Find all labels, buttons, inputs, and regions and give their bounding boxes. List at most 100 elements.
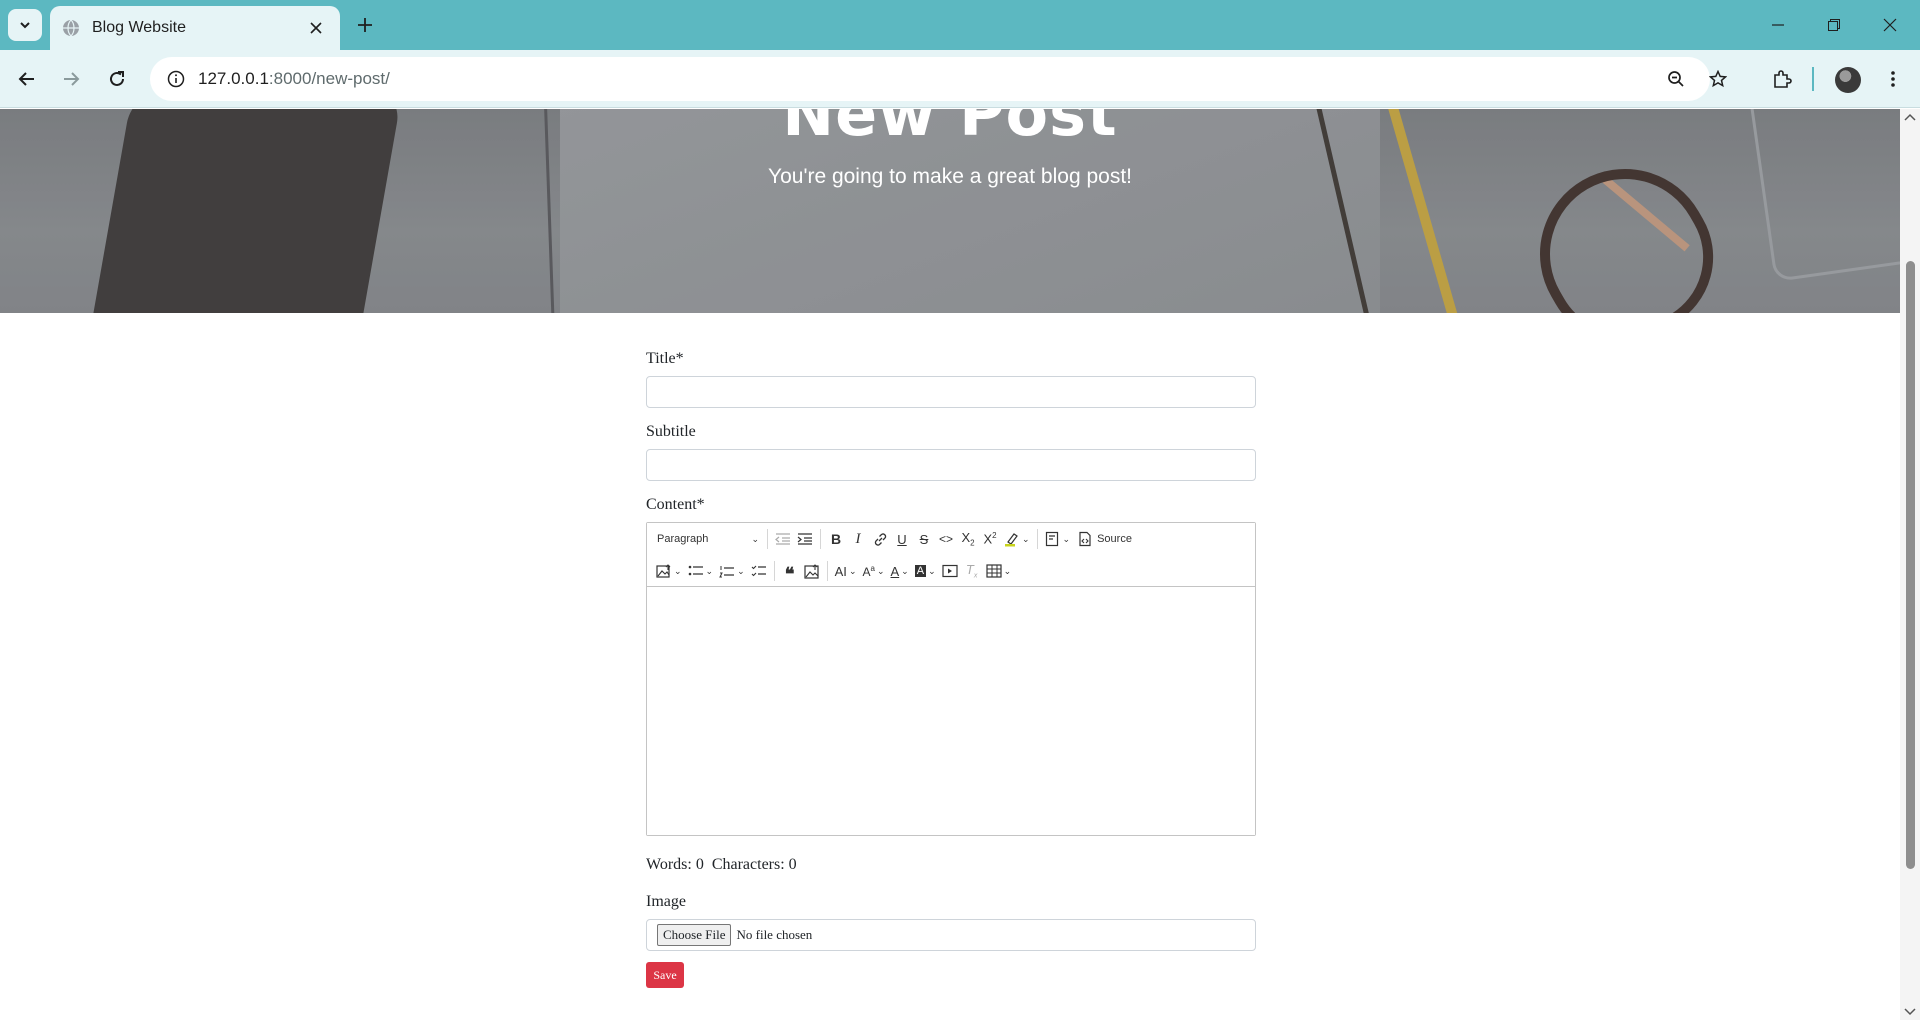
globe-icon <box>63 19 79 37</box>
bulleted-list-button[interactable]: ⌄ <box>685 558 717 584</box>
bulleted-list-icon <box>688 565 703 576</box>
toolbar-separator <box>826 561 828 581</box>
chevron-down-icon: ⌄ <box>674 565 682 576</box>
new-tab-button[interactable] <box>350 10 380 40</box>
chevron-down-icon <box>20 22 30 29</box>
scroll-down-icon[interactable] <box>1904 1008 1916 1016</box>
url-path: :8000/new-post/ <box>268 69 390 88</box>
arrow-left-icon <box>18 72 34 86</box>
restore-icon <box>1828 19 1840 31</box>
upload-image-button[interactable] <box>801 558 823 584</box>
arrow-right-icon <box>64 72 80 86</box>
link-icon <box>874 532 886 546</box>
tab-strip: Blog Website <box>0 0 1920 50</box>
bookmark-button[interactable] <box>1698 57 1738 101</box>
chevron-down-icon: ⌄ <box>876 565 885 576</box>
subtitle-input[interactable] <box>646 449 1256 481</box>
reload-button[interactable] <box>99 61 135 97</box>
blockquote-button[interactable]: ❝ <box>779 558 801 584</box>
insert-table-button[interactable]: ⌄ <box>983 558 1015 584</box>
code-button[interactable]: <> <box>935 526 957 552</box>
chevron-down-icon: ⌄ <box>848 565 857 576</box>
font-color-button[interactable]: A ⌄ <box>888 558 912 584</box>
font-family-button[interactable]: Aa ⌄ <box>859 558 887 584</box>
scroll-up-icon[interactable] <box>1904 113 1916 121</box>
media-embed-button[interactable] <box>939 558 961 584</box>
heading-dropdown[interactable]: Paragraph ⌄ <box>653 526 763 552</box>
site-info-button[interactable] <box>154 57 198 101</box>
link-button[interactable] <box>869 526 891 552</box>
italic-button[interactable]: I <box>847 526 869 552</box>
indent-icon <box>797 533 812 545</box>
strikethrough-button[interactable]: S <box>913 526 935 552</box>
blockquote-icon: ❝ <box>784 564 795 584</box>
address-bar[interactable]: 127.0.0.1:8000/new-post/ <box>150 57 1727 101</box>
save-button[interactable]: Save <box>646 962 684 988</box>
font-size-button[interactable]: AI ⌄ <box>832 558 860 584</box>
strikethrough-icon: S <box>919 531 929 547</box>
star-icon <box>1709 70 1727 88</box>
browser-toolbar: 127.0.0.1:8000/new-post/ <box>0 50 1920 108</box>
toolbar-divider <box>1812 67 1814 91</box>
superscript-icon: X2 <box>983 531 997 547</box>
bold-button[interactable]: B <box>825 526 847 552</box>
remove-format-button[interactable]: Tx <box>961 558 983 584</box>
browser-tab[interactable]: Blog Website <box>50 6 340 50</box>
minimize-button[interactable] <box>1750 0 1806 50</box>
image-file-input[interactable]: Choose File No file chosen <box>646 919 1256 951</box>
insert-template-button[interactable]: ⌄ <box>1042 526 1074 552</box>
outdent-button[interactable] <box>772 526 794 552</box>
word-counter: Words: 0 Characters: 0 <box>646 856 1256 874</box>
back-button[interactable] <box>9 61 45 97</box>
puzzle-icon <box>1774 70 1792 88</box>
restore-button[interactable] <box>1806 0 1862 50</box>
todo-list-button[interactable] <box>748 558 770 584</box>
extensions-button[interactable] <box>1764 61 1800 97</box>
profile-avatar[interactable] <box>1835 67 1861 93</box>
tab-title: Blog Website <box>92 19 186 36</box>
numbered-list-button[interactable]: ⌄ <box>716 558 748 584</box>
page-scrollbar[interactable] <box>1900 109 1920 1020</box>
zoom-out-icon <box>1668 71 1684 87</box>
source-label: Source <box>1097 533 1132 545</box>
file-status: No file chosen <box>736 927 813 942</box>
forward-button[interactable] <box>53 61 89 97</box>
scrollbar-thumb[interactable] <box>1906 261 1915 869</box>
content-label: Content* <box>646 496 705 513</box>
words-count: Words: 0 <box>646 856 704 873</box>
browser-menu-button[interactable] <box>1875 61 1911 97</box>
chevron-down-icon: ⌄ <box>1062 533 1071 544</box>
toolbar-separator <box>820 529 821 549</box>
window-close-button[interactable] <box>1862 0 1918 50</box>
indent-button[interactable] <box>794 526 816 552</box>
insert-image-button[interactable]: ⌄ <box>653 558 685 584</box>
title-input[interactable] <box>646 376 1256 408</box>
underline-button[interactable]: U <box>891 526 913 552</box>
superscript-button[interactable]: X2 <box>979 526 1001 552</box>
editor-content-area[interactable] <box>647 587 1255 835</box>
underline-icon: U <box>897 531 907 547</box>
tab-search-button[interactable] <box>8 9 42 41</box>
highlight-icon <box>1005 533 1018 547</box>
highlight-button[interactable]: ⌄ <box>1001 526 1033 552</box>
choose-file-button[interactable]: Choose File <box>657 924 732 946</box>
source-button[interactable]: Source <box>1073 526 1136 552</box>
upload-image-icon <box>804 563 819 579</box>
toolbar-separator <box>773 561 775 581</box>
bold-icon: B <box>830 531 842 547</box>
new-post-form: Title* Subtitle Content* Paragraph ⌄ B I <box>646 349 1256 988</box>
subscript-icon: X2 <box>961 530 975 548</box>
italic-icon: I <box>855 530 861 547</box>
subscript-button[interactable]: X2 <box>957 526 979 552</box>
media-embed-icon <box>942 564 958 578</box>
page-viewport: New Post You're going to make a great bl… <box>0 109 1900 1020</box>
tab-close-button[interactable] <box>304 16 328 40</box>
remove-format-icon: Tx <box>965 562 978 580</box>
font-background-button[interactable]: A ⌄ <box>912 558 939 584</box>
font-family-icon: Aa <box>862 563 875 579</box>
zoom-button[interactable] <box>1656 57 1696 101</box>
page-subtitle: You're going to make a great blog post! <box>768 165 1132 188</box>
chevron-down-icon: ⌄ <box>737 565 745 576</box>
outdent-icon <box>775 533 790 545</box>
font-background-icon: A <box>914 565 927 577</box>
